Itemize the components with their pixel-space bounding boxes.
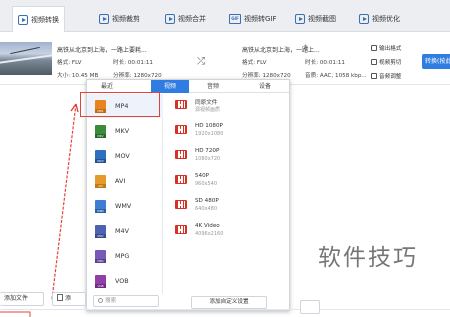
file-icon — [57, 294, 63, 301]
add-folder-label: 添 — [65, 295, 72, 302]
add-file-button[interactable]: 添加文件 — [0, 292, 44, 306]
add-folder-button[interactable]: 添 — [52, 292, 86, 306]
bottom-control[interactable] — [300, 300, 320, 314]
bottom-divider — [0, 309, 450, 310]
watermark-text: 软件技巧 — [318, 245, 418, 271]
